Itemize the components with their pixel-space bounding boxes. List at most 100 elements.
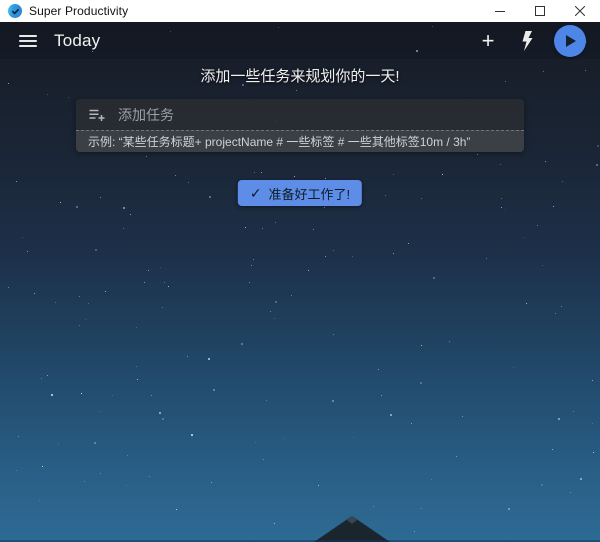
star [55,302,56,303]
star [508,508,510,510]
star [47,375,48,376]
star [39,500,40,501]
star [263,459,264,460]
star [76,206,78,208]
star [324,207,325,208]
star [8,287,9,288]
star [241,343,243,345]
star [449,341,450,342]
star [22,237,23,238]
star [191,434,193,436]
star [442,174,443,175]
add-task-input[interactable] [116,106,512,124]
star [294,176,295,177]
star [84,481,85,482]
star [261,172,262,173]
star [592,423,593,424]
star [431,479,432,480]
star [596,164,598,166]
star [94,442,96,444]
add-task-button[interactable]: + [474,27,502,55]
star [162,307,163,308]
star [209,196,211,198]
window-controls [480,0,600,22]
star [99,411,100,412]
star [262,228,263,229]
star [421,508,422,509]
star [333,334,334,335]
star [501,207,502,208]
star [123,228,124,229]
welcome-headline: 添加一些任务来规划你的一天! [0,65,600,86]
star [149,476,150,477]
star [318,485,319,486]
star [378,369,379,370]
close-button[interactable] [560,0,600,22]
star [68,97,69,98]
star [593,452,594,453]
hamburger-icon [19,35,37,37]
maximize-button[interactable] [520,0,560,22]
star [541,484,543,486]
star [393,253,394,254]
star [393,174,394,175]
check-icon: ✓ [250,186,262,200]
main-header: Today + [0,22,600,59]
star [162,418,164,420]
star [274,523,275,524]
app-window: Super Productivity Today [0,0,600,542]
mountain-silhouette [314,516,390,542]
focus-mode-button[interactable] [516,27,540,55]
page-title: Today [54,31,100,51]
minimize-button[interactable] [480,0,520,22]
star [18,436,19,437]
star [16,181,17,182]
star [421,345,422,346]
star [254,172,255,173]
star [313,229,314,230]
star [47,94,48,95]
star [112,395,113,396]
star [501,198,502,199]
star [513,367,514,368]
star [353,437,354,438]
star [274,318,275,319]
star [100,473,101,474]
star [592,380,593,381]
star [542,265,543,266]
star [79,325,80,326]
star [555,313,556,314]
star [176,509,177,510]
star [85,319,86,320]
star [60,202,61,203]
star [381,395,382,396]
star [580,478,582,480]
play-button[interactable] [554,25,586,57]
star [283,438,284,439]
star [332,400,334,402]
star [433,277,435,279]
star [148,270,149,271]
plus-icon: + [482,28,495,54]
menu-button[interactable] [16,29,40,53]
ready-to-work-button[interactable]: ✓ 准备好工作了! [238,180,362,206]
star [421,198,422,199]
star [477,154,478,155]
star [95,249,97,251]
star [144,282,145,283]
star [41,378,42,379]
star [308,270,309,271]
star [558,418,560,420]
star [411,423,412,424]
star [486,258,487,259]
star [562,181,563,182]
star [81,393,82,394]
background-sky: Today + 添加一些任务来规划你的一天! 示例: “某些任务标题+ proj… [0,22,600,542]
star [126,485,127,486]
star [159,412,161,414]
window-title: Super Productivity [29,4,128,18]
star [266,400,267,401]
star [249,282,250,283]
star [146,156,147,157]
star [79,296,80,297]
